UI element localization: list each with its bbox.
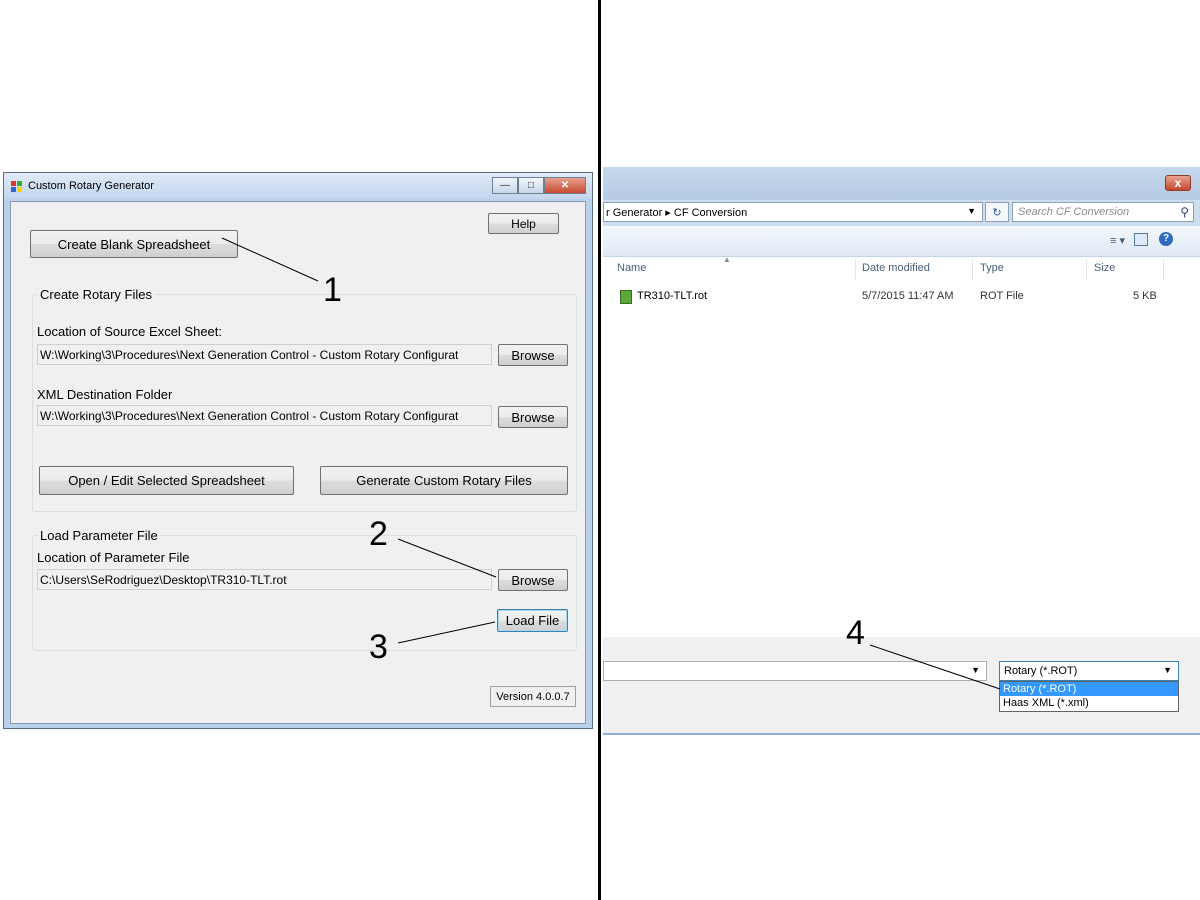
callout-lines	[221, 237, 1001, 690]
callout-1: 1	[323, 271, 342, 309]
callout-2: 2	[369, 515, 388, 553]
callout-4: 4	[846, 614, 865, 652]
callout-1-line	[221, 237, 319, 282]
callout-3: 3	[369, 628, 388, 666]
callout-4-line	[869, 644, 1001, 690]
callout-3-line	[397, 621, 496, 644]
callout-2-line	[397, 538, 497, 578]
